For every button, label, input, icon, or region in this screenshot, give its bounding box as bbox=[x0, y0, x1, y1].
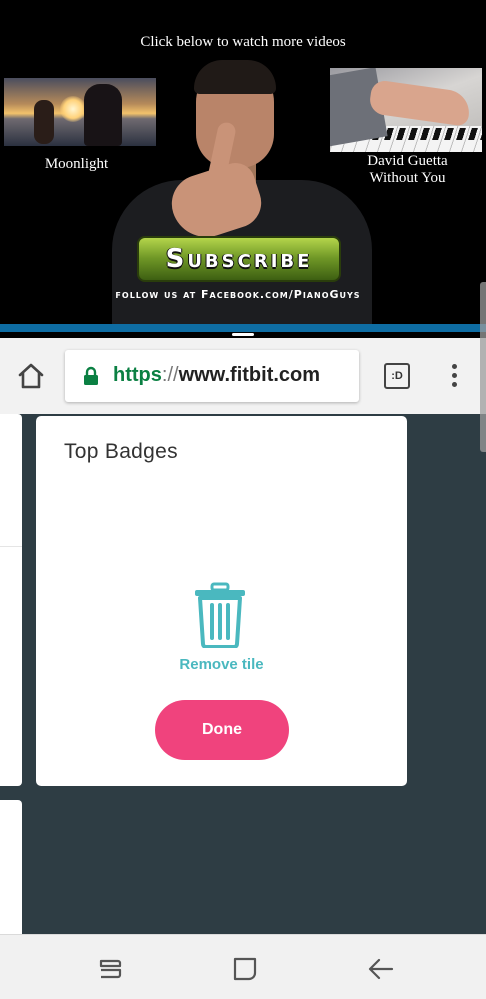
url-separator: :// bbox=[161, 364, 179, 386]
video-title-without-you[interactable]: David Guetta Without You bbox=[330, 153, 485, 187]
dashboard-page: Top Badges Remove tile Done bbox=[0, 414, 486, 934]
url-host: www.fitbit.com bbox=[178, 364, 321, 386]
browser-toolbar: https://www.fitbit.com :D bbox=[0, 338, 486, 414]
trash-icon[interactable] bbox=[192, 582, 248, 649]
done-button[interactable]: Done bbox=[155, 700, 289, 760]
recent-apps-icon[interactable] bbox=[96, 955, 124, 983]
dashboard-tile-partial[interactable] bbox=[0, 800, 22, 934]
video-title-line1: David Guetta bbox=[367, 153, 448, 169]
url-text: https://www.fitbit.com bbox=[113, 364, 320, 387]
home-nav-icon[interactable] bbox=[231, 955, 259, 983]
sun-graphic bbox=[60, 96, 86, 122]
address-bar[interactable]: https://www.fitbit.com bbox=[65, 350, 359, 402]
dashboard-tile-partial[interactable] bbox=[0, 414, 22, 786]
url-scheme: https bbox=[113, 364, 162, 386]
edge-panel-handle[interactable] bbox=[480, 282, 486, 452]
subscribe-button[interactable]: Subscribe bbox=[137, 236, 341, 282]
split-screen-divider[interactable] bbox=[0, 324, 486, 332]
video-player[interactable]: Click below to watch more videos Moonlig… bbox=[0, 0, 486, 326]
system-navigation-bar bbox=[0, 934, 486, 999]
back-icon[interactable] bbox=[367, 955, 395, 983]
home-icon[interactable] bbox=[14, 360, 48, 392]
overflow-menu-icon[interactable] bbox=[444, 362, 464, 390]
remove-tile-label[interactable]: Remove tile bbox=[36, 656, 407, 673]
tile-title: Top Badges bbox=[64, 440, 178, 463]
video-title-line2: Without You bbox=[369, 170, 446, 186]
lock-icon bbox=[83, 366, 99, 386]
top-badges-tile: Top Badges Remove tile Done bbox=[36, 416, 407, 786]
video-thumbnail-without-you[interactable] bbox=[330, 68, 482, 152]
tab-switcher-icon[interactable]: :D bbox=[384, 363, 410, 389]
video-end-caption: Click below to watch more videos bbox=[140, 34, 346, 50]
split-screen-handle[interactable] bbox=[232, 333, 254, 336]
follow-us-text: follow us at Facebook.com/PianoGuys bbox=[115, 288, 361, 301]
cello-graphic bbox=[34, 100, 54, 144]
